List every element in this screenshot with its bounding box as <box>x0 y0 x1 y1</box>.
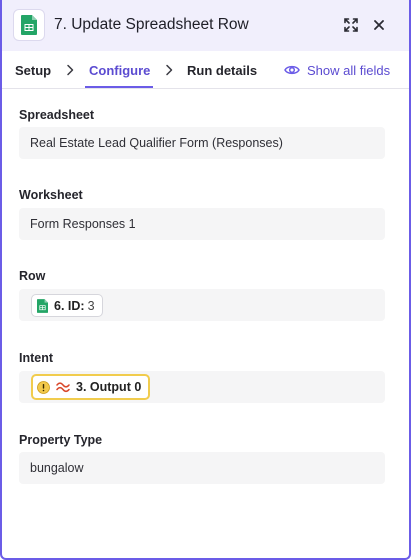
google-sheets-icon <box>37 298 48 313</box>
spreadsheet-label: Spreadsheet <box>19 108 95 122</box>
intent-pill-step: 3. Output 0 <box>76 380 142 394</box>
property-type-value: bungalow <box>30 461 84 475</box>
row-field[interactable]: 6. ID: 3 <box>19 289 385 321</box>
panel-header: 7. Update Spreadsheet Row <box>2 0 409 51</box>
show-all-fields-button[interactable]: Show all fields <box>284 61 390 79</box>
formatter-icon <box>56 382 70 393</box>
worksheet-value: Form Responses 1 <box>30 217 136 231</box>
chevron-right-icon <box>166 64 173 76</box>
update-row-panel: 7. Update Spreadsheet Row Setup Configur… <box>0 0 411 560</box>
worksheet-field[interactable]: Form Responses 1 <box>19 208 385 240</box>
row-pill-step: 6. ID: <box>54 298 85 313</box>
intent-label: Intent <box>19 351 54 365</box>
intent-field[interactable]: 3. Output 0 <box>19 371 385 403</box>
row-label: Row <box>19 269 46 283</box>
tab-run-details[interactable]: Run details <box>187 63 257 78</box>
intent-mapped-value-pill[interactable]: 3. Output 0 <box>31 374 151 400</box>
eye-icon <box>284 65 300 75</box>
active-tab-indicator <box>85 86 153 88</box>
spreadsheet-field[interactable]: Real Estate Lead Qualifier Form (Respons… <box>19 127 385 159</box>
tab-configure[interactable]: Configure <box>89 63 150 78</box>
step-tabs: Setup Configure Run details Show all fie… <box>2 51 409 89</box>
property-type-label: Property Type <box>19 433 103 447</box>
close-icon[interactable] <box>369 15 389 35</box>
worksheet-label: Worksheet <box>19 188 83 202</box>
warning-icon <box>37 380 50 394</box>
chevron-right-icon <box>67 64 74 76</box>
row-pill-value: 3 <box>87 298 95 313</box>
tab-setup[interactable]: Setup <box>15 63 51 78</box>
spreadsheet-value: Real Estate Lead Qualifier Form (Respons… <box>30 136 283 150</box>
google-sheets-icon <box>13 9 45 41</box>
property-type-field[interactable]: bungalow <box>19 452 385 484</box>
step-title: 7. Update Spreadsheet Row <box>54 16 249 33</box>
show-all-fields-label: Show all fields <box>307 62 391 78</box>
expand-icon[interactable] <box>341 15 361 35</box>
row-mapped-value-pill[interactable]: 6. ID: 3 <box>31 294 103 317</box>
